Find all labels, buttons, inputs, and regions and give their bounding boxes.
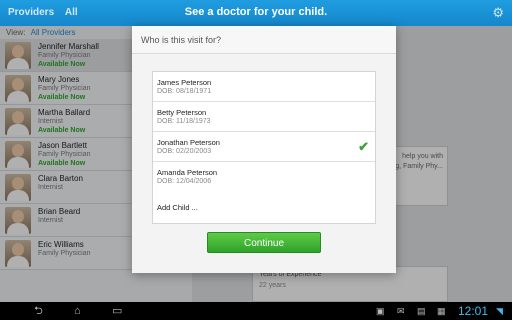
visit-for-dialog: Who is this visit for? James Peterson DOB…: [132, 26, 396, 273]
clock: 12:01: [457, 304, 488, 318]
app-header: Providers All See a doctor for your chil…: [0, 0, 512, 31]
gear-icon[interactable]: ⚙: [492, 5, 504, 21]
person-list: James Peterson DOB: 08/18/1971 Betty Peter…: [152, 71, 376, 224]
dialog-question: Who is this visit for?: [141, 35, 222, 45]
gmail-icon: ✉: [397, 306, 405, 316]
shopping-bag-icon: ▤: [417, 306, 426, 316]
add-child-label: Add Child ...: [157, 203, 198, 212]
person-dob: DOB: 08/18/1971: [157, 88, 212, 95]
back-icon[interactable]: ⮌: [34, 304, 43, 318]
add-child-item[interactable]: Add Child ...: [153, 192, 375, 222]
recent-apps-icon[interactable]: ▭: [112, 304, 122, 318]
check-icon: ✔: [358, 139, 369, 154]
screenshot-icon: ▣: [376, 306, 385, 316]
dialog-header: Who is this visit for?: [132, 26, 396, 54]
person-name: Amanda Peterson: [157, 168, 218, 177]
person-item[interactable]: Amanda Peterson DOB: 12/04/2006: [153, 162, 375, 192]
person-dob: DOB: 12/04/2006: [157, 178, 212, 185]
person-name: Betty Peterson: [157, 108, 207, 117]
person-item[interactable]: James Peterson DOB: 08/18/1971: [153, 72, 375, 102]
system-nav-bar: ⮌ ⌂ ▭ ▣ ✉ ▤ ▦ 12:01 ◥: [0, 302, 512, 320]
person-item[interactable]: Betty Peterson DOB: 11/18/1973: [153, 102, 375, 132]
page-title: See a doctor for your child.: [184, 6, 328, 18]
person-dob: DOB: 11/18/1973: [157, 118, 211, 125]
home-icon[interactable]: ⌂: [74, 304, 81, 318]
continue-button[interactable]: Continue: [207, 232, 321, 253]
person-name: Jonathan Peterson: [157, 138, 220, 147]
wifi-icon: ◥: [496, 306, 503, 316]
person-item[interactable]: Jonathan Peterson DOB: 02/20/2003 ✔: [153, 132, 375, 162]
person-name: James Peterson: [157, 78, 212, 87]
person-dob: DOB: 02/20/2003: [157, 148, 212, 155]
image-icon: ▦: [437, 306, 446, 316]
